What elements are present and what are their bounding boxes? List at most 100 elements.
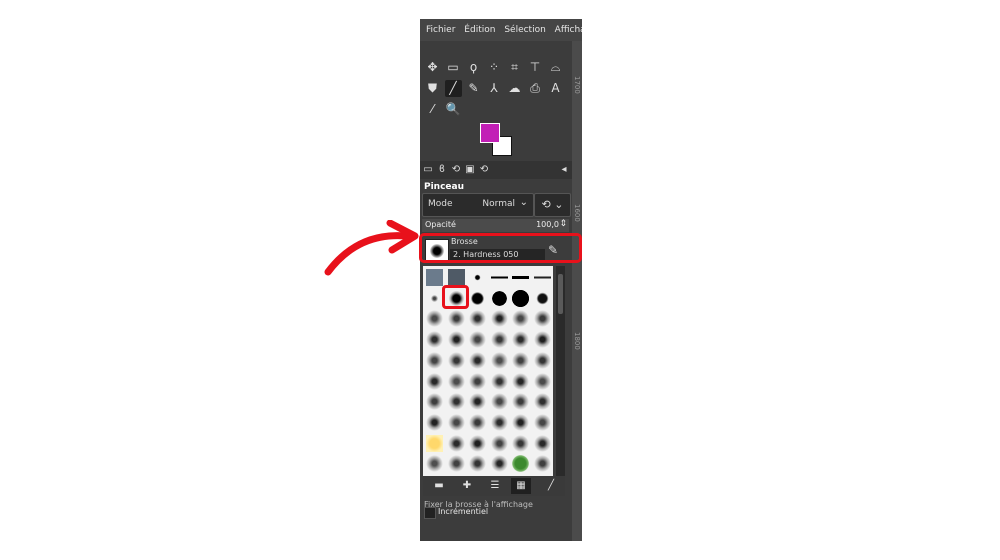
- brush-thumbnail[interactable]: [533, 372, 551, 390]
- dock-menu-icon[interactable]: ◂: [558, 163, 570, 177]
- brush-thumbnail[interactable]: [512, 393, 529, 411]
- brush-thumbnail[interactable]: [447, 372, 465, 390]
- brush-thumbnail[interactable]: [447, 393, 465, 411]
- brush-thumbnail[interactable]: [533, 289, 551, 307]
- incremental-checkbox[interactable]: [424, 507, 436, 519]
- brush-thumbnail[interactable]: [490, 331, 508, 349]
- brush-thumbnail[interactable]: [533, 351, 551, 369]
- brush-thumbnail[interactable]: [469, 289, 486, 307]
- brush-thumbnail[interactable]: [469, 351, 486, 369]
- bucket-fill-icon[interactable]: ⛊: [424, 80, 441, 97]
- list-view-icon[interactable]: ☰: [485, 478, 505, 494]
- brush-thumbnail[interactable]: [469, 269, 486, 286]
- brush-thumbnail[interactable]: [512, 269, 529, 286]
- brush-thumbnail[interactable]: [490, 455, 508, 473]
- chevron-down-icon: ⌄: [519, 197, 528, 208]
- brush-thumbnail[interactable]: [533, 331, 551, 349]
- grid-view-icon[interactable]: ▦: [511, 478, 531, 494]
- brush-grid-scrollbar[interactable]: [556, 266, 565, 476]
- brush-thumbnail[interactable]: [426, 393, 443, 411]
- smudge-icon[interactable]: ☁: [506, 80, 523, 97]
- undo-history-tab-icon[interactable]: ⟲: [450, 163, 462, 177]
- eraser-icon[interactable]: ✎: [465, 80, 482, 97]
- brush-thumbnail[interactable]: [490, 289, 508, 307]
- brush-thumbnail[interactable]: [490, 372, 508, 390]
- rect-select-icon[interactable]: ▭: [445, 59, 462, 76]
- history-tab-icon[interactable]: ⟲: [478, 163, 490, 177]
- brush-thumbnail[interactable]: [426, 351, 443, 369]
- brush-thumbnail[interactable]: [447, 455, 465, 473]
- paintbrush-icon[interactable]: ╱: [444, 80, 462, 97]
- brush-thumbnail[interactable]: [533, 434, 551, 452]
- brush-thumbnail[interactable]: [490, 310, 508, 328]
- brush-thumbnail[interactable]: [469, 393, 486, 411]
- brush-highlight-box: [419, 233, 582, 263]
- foreground-color-swatch[interactable]: [480, 123, 500, 143]
- brush-thumbnail[interactable]: [469, 455, 486, 473]
- brush-thumbnail[interactable]: [512, 310, 529, 328]
- fuzzy-select-icon[interactable]: ⁘: [486, 59, 503, 76]
- brush-icon[interactable]: ╱: [541, 478, 561, 494]
- dodge-icon[interactable]: ⎙: [527, 80, 544, 97]
- brush-thumbnail[interactable]: [426, 289, 443, 307]
- brush-thumbnail[interactable]: [426, 310, 443, 328]
- warp-icon[interactable]: ⌓: [547, 59, 564, 76]
- brush-thumbnail[interactable]: [512, 372, 529, 390]
- brush-thumbnail[interactable]: [490, 434, 508, 452]
- tool-options-tab-icon[interactable]: ▭: [422, 163, 434, 177]
- brush-thumbnail[interactable]: [533, 455, 551, 473]
- text-icon[interactable]: A: [547, 80, 564, 97]
- brush-thumbnail[interactable]: [426, 331, 443, 349]
- brush-thumbnail[interactable]: [469, 331, 486, 349]
- device-status-tab-icon[interactable]: ϐ: [436, 163, 448, 177]
- brush-thumbnail[interactable]: [447, 434, 465, 452]
- brush-thumbnail[interactable]: [512, 455, 529, 473]
- menu-selection[interactable]: Sélection: [504, 25, 545, 35]
- transform-icon[interactable]: ⊤: [527, 59, 544, 76]
- brush-thumbnail[interactable]: [426, 455, 443, 473]
- brush-thumbnail[interactable]: [447, 269, 465, 286]
- brush-thumbnail[interactable]: [447, 310, 465, 328]
- brush-thumbnail[interactable]: [512, 434, 529, 452]
- clone-icon[interactable]: ⅄: [486, 80, 503, 97]
- brush-thumbnail[interactable]: [447, 331, 465, 349]
- brush-thumbnail[interactable]: [533, 310, 551, 328]
- brush-thumbnail[interactable]: [533, 393, 551, 411]
- zoom-icon[interactable]: 🔍: [445, 101, 462, 118]
- brush-thumbnail[interactable]: [447, 413, 465, 431]
- brush-thumbnail[interactable]: [490, 393, 508, 411]
- menu-fichier[interactable]: Fichier: [426, 25, 455, 35]
- images-tab-icon[interactable]: ▣: [464, 163, 476, 177]
- brush-thumbnail[interactable]: [469, 310, 486, 328]
- menu-affichage[interactable]: Afficha: [555, 25, 582, 35]
- brush-thumbnail[interactable]: [490, 351, 508, 369]
- brush-thumbnail[interactable]: [512, 351, 529, 369]
- reset-mode-button[interactable]: ⟲ ⌄: [534, 193, 571, 217]
- brush-thumbnail[interactable]: [512, 331, 529, 349]
- brush-thumbnail[interactable]: [533, 269, 551, 286]
- mode-select[interactable]: Mode Normal ⌄: [422, 193, 534, 217]
- brush-thumbnail[interactable]: [469, 372, 486, 390]
- brush-thumbnail[interactable]: [447, 351, 465, 369]
- spinner-icon[interactable]: ⇕: [559, 219, 567, 229]
- brush-thumbnail[interactable]: [426, 372, 443, 390]
- move-icon[interactable]: ✥: [424, 59, 441, 76]
- zoom-in-icon[interactable]: ✚: [457, 478, 477, 494]
- brush-thumbnail[interactable]: [512, 413, 529, 431]
- brush-thumbnail[interactable]: [426, 269, 443, 286]
- menu-bar: Fichier Édition Sélection Afficha: [420, 19, 582, 41]
- brush-thumbnail[interactable]: [490, 413, 508, 431]
- brush-thumbnail[interactable]: [512, 289, 529, 307]
- menu-edition[interactable]: Édition: [464, 25, 495, 35]
- brush-thumbnail[interactable]: [426, 434, 443, 452]
- brush-thumbnail[interactable]: [469, 413, 486, 431]
- brush-thumbnail[interactable]: [533, 413, 551, 431]
- color-picker-icon[interactable]: ⁄: [424, 101, 441, 118]
- crop-icon[interactable]: ⌗: [506, 59, 523, 76]
- brush-thumbnail[interactable]: [426, 413, 443, 431]
- brush-thumbnail[interactable]: [469, 434, 486, 452]
- zoom-out-icon[interactable]: ▬: [429, 478, 449, 494]
- opacity-slider[interactable]: Opacité 100,0 ⇕: [422, 219, 569, 232]
- brush-thumbnail[interactable]: [490, 269, 508, 286]
- free-select-icon[interactable]: ϙ: [465, 59, 482, 76]
